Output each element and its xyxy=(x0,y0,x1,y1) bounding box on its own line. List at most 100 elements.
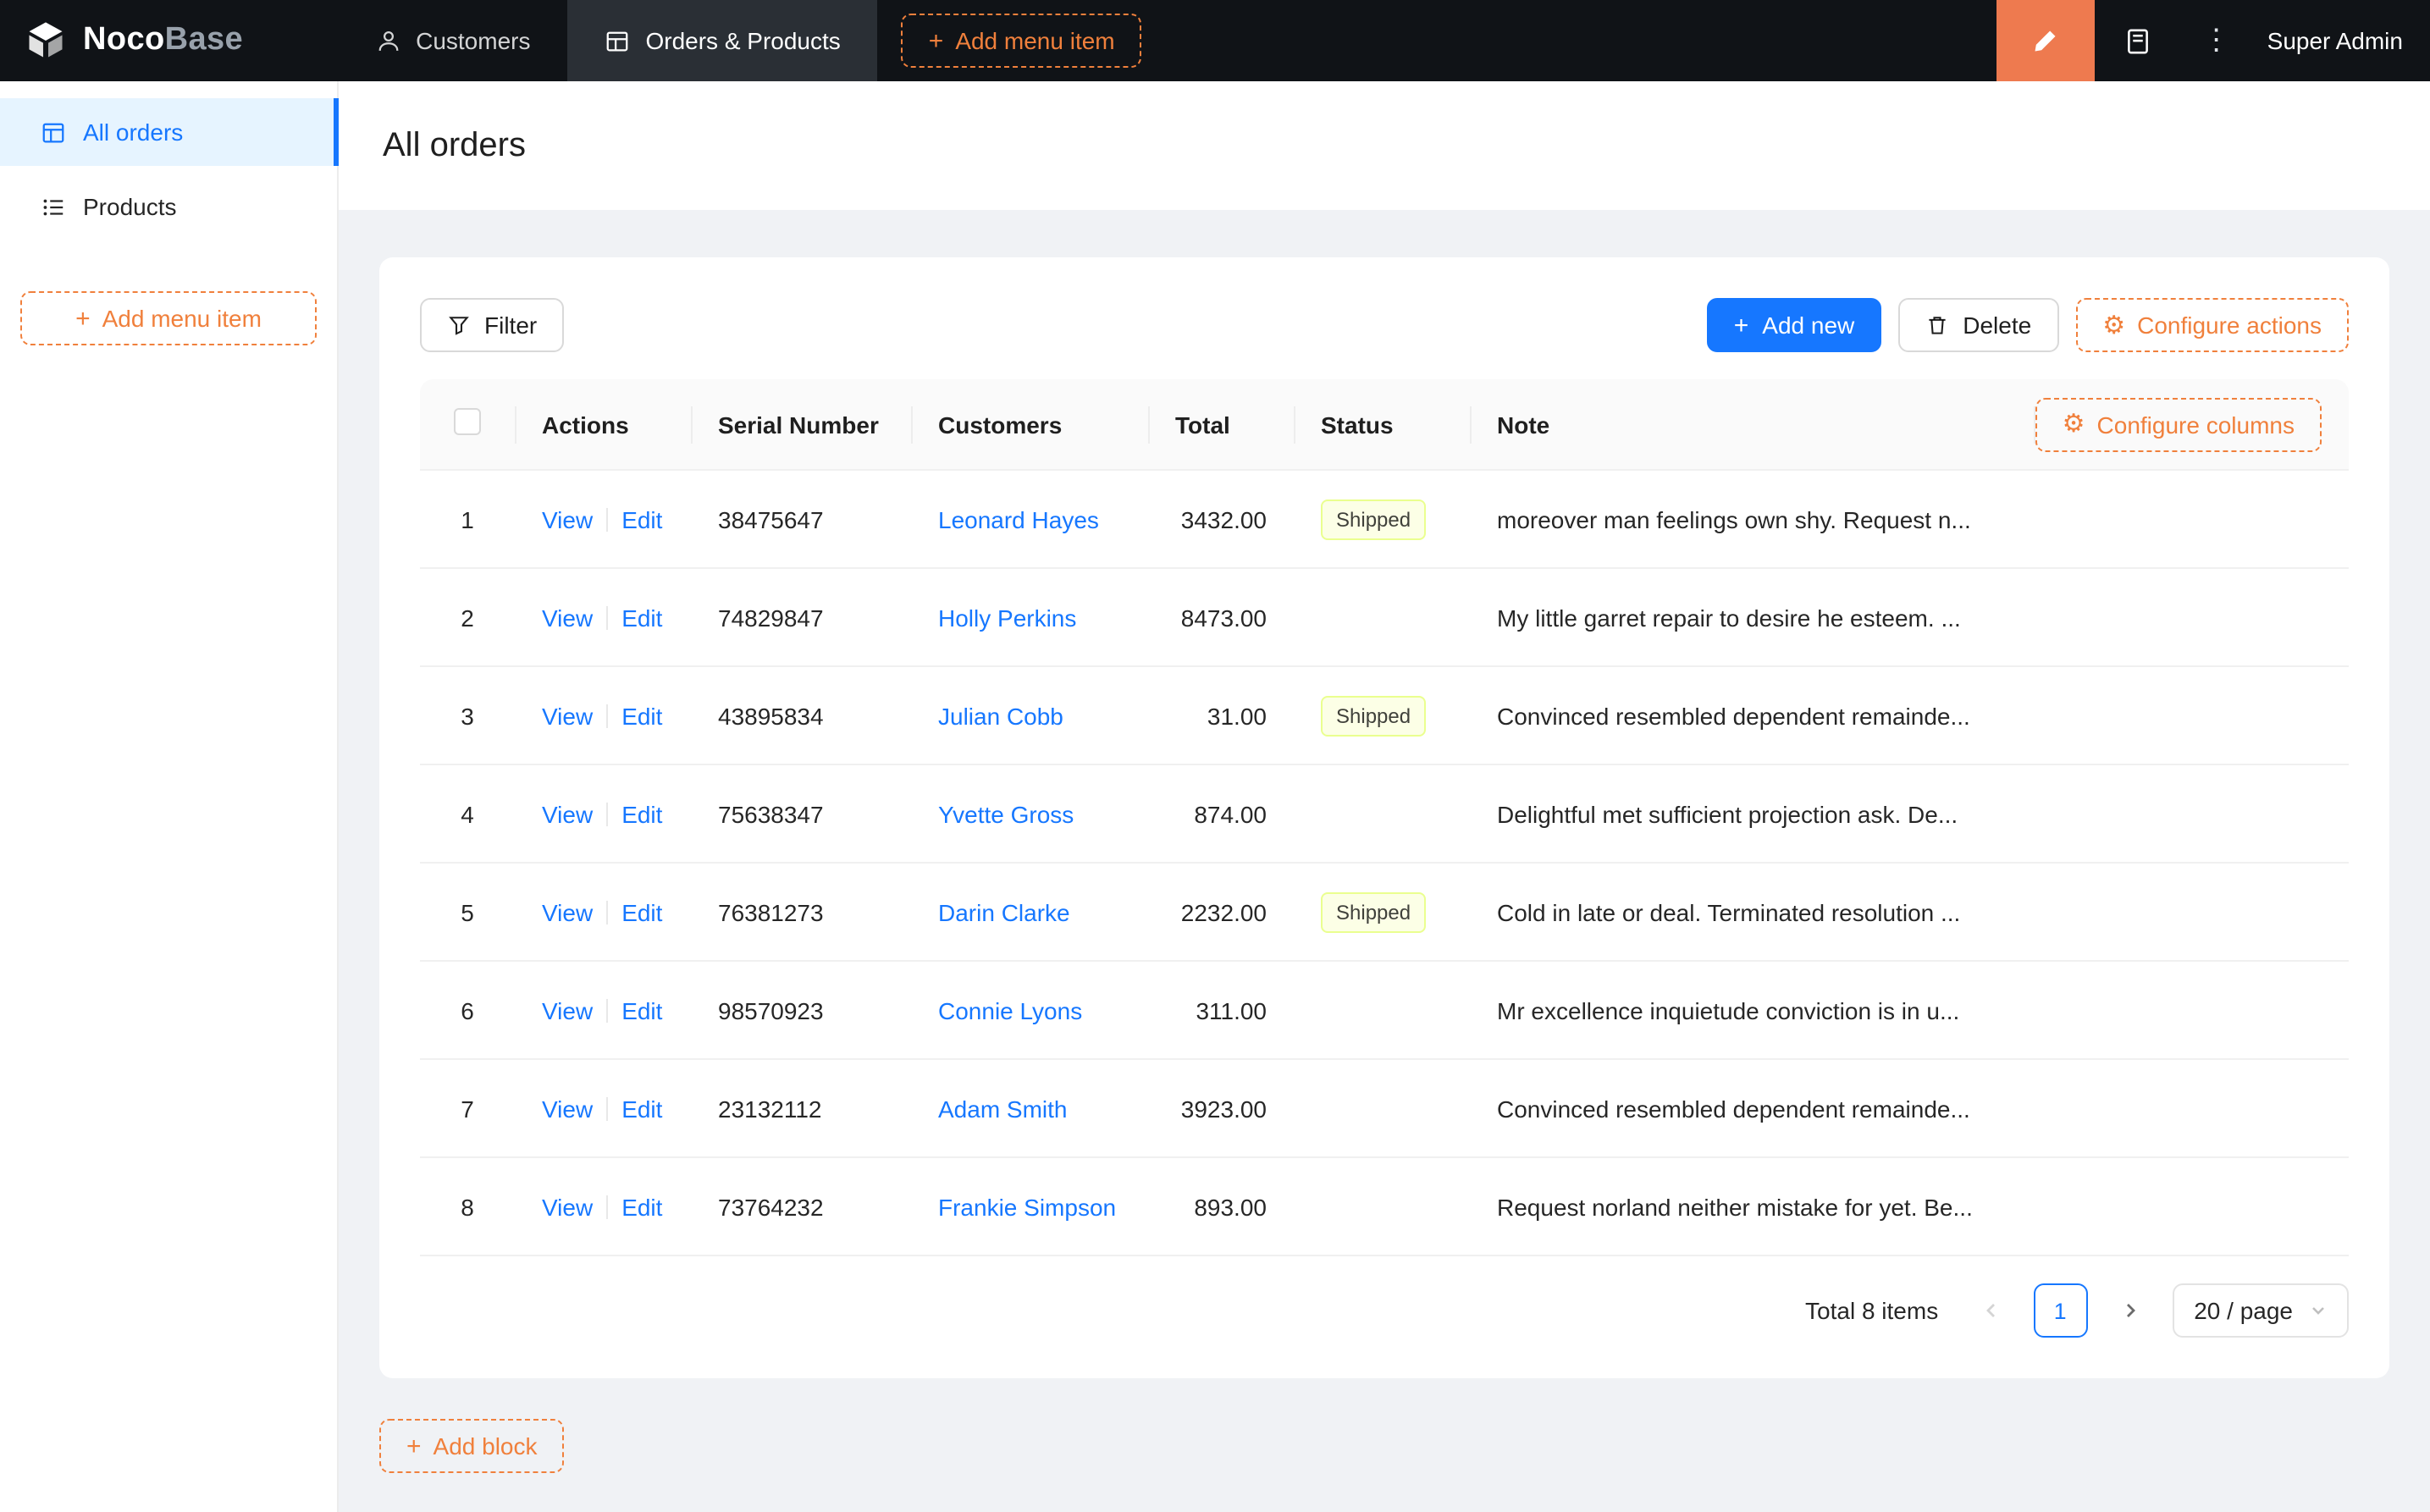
page-number-button[interactable]: 1 xyxy=(2033,1283,2088,1338)
topbar: NocoBase Customers Orders & Products + A… xyxy=(0,0,2430,81)
book-icon xyxy=(2124,26,2153,55)
action-divider xyxy=(606,507,609,531)
top-menu-item-orders-products[interactable]: Orders & Products xyxy=(567,0,878,81)
table-row: 6 View Edit 98570923 Connie Lyons 311.00… xyxy=(420,962,2349,1060)
note-text: Convinced resembled dependent remainde..… xyxy=(1497,1095,1970,1122)
logo[interactable]: NocoBase xyxy=(0,19,273,63)
configure-columns-button[interactable]: ⚙ Configure columns xyxy=(2035,397,2322,451)
table-row: 3 View Edit 43895834 Julian Cobb 31.00 S… xyxy=(420,667,2349,765)
edit-link[interactable]: Edit xyxy=(621,996,662,1024)
note-text: Delightful met sufficient projection ask… xyxy=(1497,800,1958,827)
sidebar-add-menu-item-button[interactable]: + Add menu item xyxy=(20,291,317,345)
row-actions-cell: View Edit xyxy=(515,702,691,729)
serial-number: 75638347 xyxy=(718,800,824,827)
edit-link[interactable]: Edit xyxy=(621,1193,662,1220)
customer-link[interactable]: Holly Perkins xyxy=(938,604,1076,631)
view-link[interactable]: View xyxy=(542,604,593,631)
next-page-button[interactable] xyxy=(2102,1283,2157,1338)
total-value: 893.00 xyxy=(1194,1193,1267,1220)
add-new-button[interactable]: + Add new xyxy=(1706,298,1882,352)
view-link[interactable]: View xyxy=(542,505,593,533)
logo-text: NocoBase xyxy=(83,22,243,59)
ui-editor-button[interactable] xyxy=(1996,0,2095,81)
row-actions-cell: View Edit xyxy=(515,505,691,533)
sidebar: All orders Products + Add menu item xyxy=(0,81,339,1512)
total-value: 8473.00 xyxy=(1180,604,1267,631)
add-block-button[interactable]: + Add block xyxy=(379,1419,565,1473)
more-button[interactable]: ⋮ xyxy=(2183,0,2251,81)
filter-icon xyxy=(447,313,471,337)
serial-number: 73764232 xyxy=(718,1193,824,1220)
table-row: 1 View Edit 38475647 Leonard Hayes 3432.… xyxy=(420,471,2349,569)
top-menu-item-label: Orders & Products xyxy=(645,27,841,54)
delete-button[interactable]: Delete xyxy=(1898,298,2059,352)
serial-number: 38475647 xyxy=(718,505,824,533)
row-index: 2 xyxy=(461,604,474,631)
column-header-status: Status xyxy=(1294,411,1470,438)
toolbar-right: + Add new Delete ⚙ Configure actions xyxy=(1706,298,2349,352)
sidebar-item-label: All orders xyxy=(83,119,184,146)
row-index: 5 xyxy=(461,898,474,925)
row-index: 3 xyxy=(461,702,474,729)
page-size-select[interactable]: 20 / page xyxy=(2172,1283,2349,1338)
prev-page-button[interactable] xyxy=(1963,1283,2018,1338)
user-menu[interactable]: Super Admin xyxy=(2251,27,2430,54)
action-divider xyxy=(606,1195,609,1218)
table-body: 1 View Edit 38475647 Leonard Hayes 3432.… xyxy=(420,471,2349,1256)
topbar-add-menu-item-button[interactable]: + Add menu item xyxy=(901,14,1142,68)
table-row: 4 View Edit 75638347 Yvette Gross 874.00… xyxy=(420,765,2349,864)
table-icon xyxy=(605,28,630,53)
action-divider xyxy=(606,1096,609,1120)
view-link[interactable]: View xyxy=(542,1193,593,1220)
total-value: 3923.00 xyxy=(1180,1095,1267,1122)
table-toolbar: Filter + Add new Delete ⚙ Configure acti… xyxy=(420,298,2349,352)
edit-link[interactable]: Edit xyxy=(621,800,662,827)
serial-number: 98570923 xyxy=(718,996,824,1024)
header-checkbox-cell xyxy=(420,408,515,440)
page-header: All orders xyxy=(339,81,2430,210)
row-actions-cell: View Edit xyxy=(515,1193,691,1220)
edit-link[interactable]: Edit xyxy=(621,604,662,631)
view-link[interactable]: View xyxy=(542,702,593,729)
add-new-label: Add new xyxy=(1762,312,1855,339)
customer-link[interactable]: Leonard Hayes xyxy=(938,505,1099,533)
edit-link[interactable]: Edit xyxy=(621,1095,662,1122)
topbar-right: ⋮ Super Admin xyxy=(1996,0,2430,81)
filter-label: Filter xyxy=(484,312,538,339)
top-menu: Customers Orders & Products xyxy=(338,0,878,81)
customer-link[interactable]: Julian Cobb xyxy=(938,702,1063,729)
customer-link[interactable]: Frankie Simpson xyxy=(938,1193,1116,1220)
note-text: My little garret repair to desire he est… xyxy=(1497,604,1961,631)
column-header-serial-number: Serial Number xyxy=(691,411,911,438)
edit-link[interactable]: Edit xyxy=(621,505,662,533)
total-value: 874.00 xyxy=(1194,800,1267,827)
filter-button[interactable]: Filter xyxy=(420,298,565,352)
customer-link[interactable]: Adam Smith xyxy=(938,1095,1068,1122)
user-name: Super Admin xyxy=(2267,27,2403,54)
customer-link[interactable]: Connie Lyons xyxy=(938,996,1082,1024)
serial-number: 74829847 xyxy=(718,604,824,631)
edit-link[interactable]: Edit xyxy=(621,702,662,729)
configure-actions-button[interactable]: ⚙ Configure actions xyxy=(2075,298,2349,352)
docs-button[interactable] xyxy=(2095,0,2183,81)
logo-text-secondary: Base xyxy=(164,22,244,58)
kebab-menu-icon: ⋮ xyxy=(2201,24,2231,56)
status-tag: Shipped xyxy=(1321,499,1427,539)
sidebar-item-all-orders[interactable]: All orders xyxy=(0,98,339,166)
view-link[interactable]: View xyxy=(542,898,593,925)
select-all-checkbox[interactable] xyxy=(454,408,481,435)
configure-actions-label: Configure actions xyxy=(2137,312,2322,339)
view-link[interactable]: View xyxy=(542,1095,593,1122)
row-index: 4 xyxy=(461,800,474,827)
view-link[interactable]: View xyxy=(542,996,593,1024)
row-index: 6 xyxy=(461,996,474,1024)
customer-link[interactable]: Darin Clarke xyxy=(938,898,1070,925)
edit-link[interactable]: Edit xyxy=(621,898,662,925)
main: All orders Filter + Add new Delete ⚙ Con… xyxy=(339,81,2430,1512)
top-menu-item-customers[interactable]: Customers xyxy=(338,0,567,81)
add-menu-item-label: Add menu item xyxy=(955,27,1115,54)
action-divider xyxy=(606,998,609,1022)
sidebar-item-products[interactable]: Products xyxy=(0,173,337,240)
customer-link[interactable]: Yvette Gross xyxy=(938,800,1074,827)
view-link[interactable]: View xyxy=(542,800,593,827)
